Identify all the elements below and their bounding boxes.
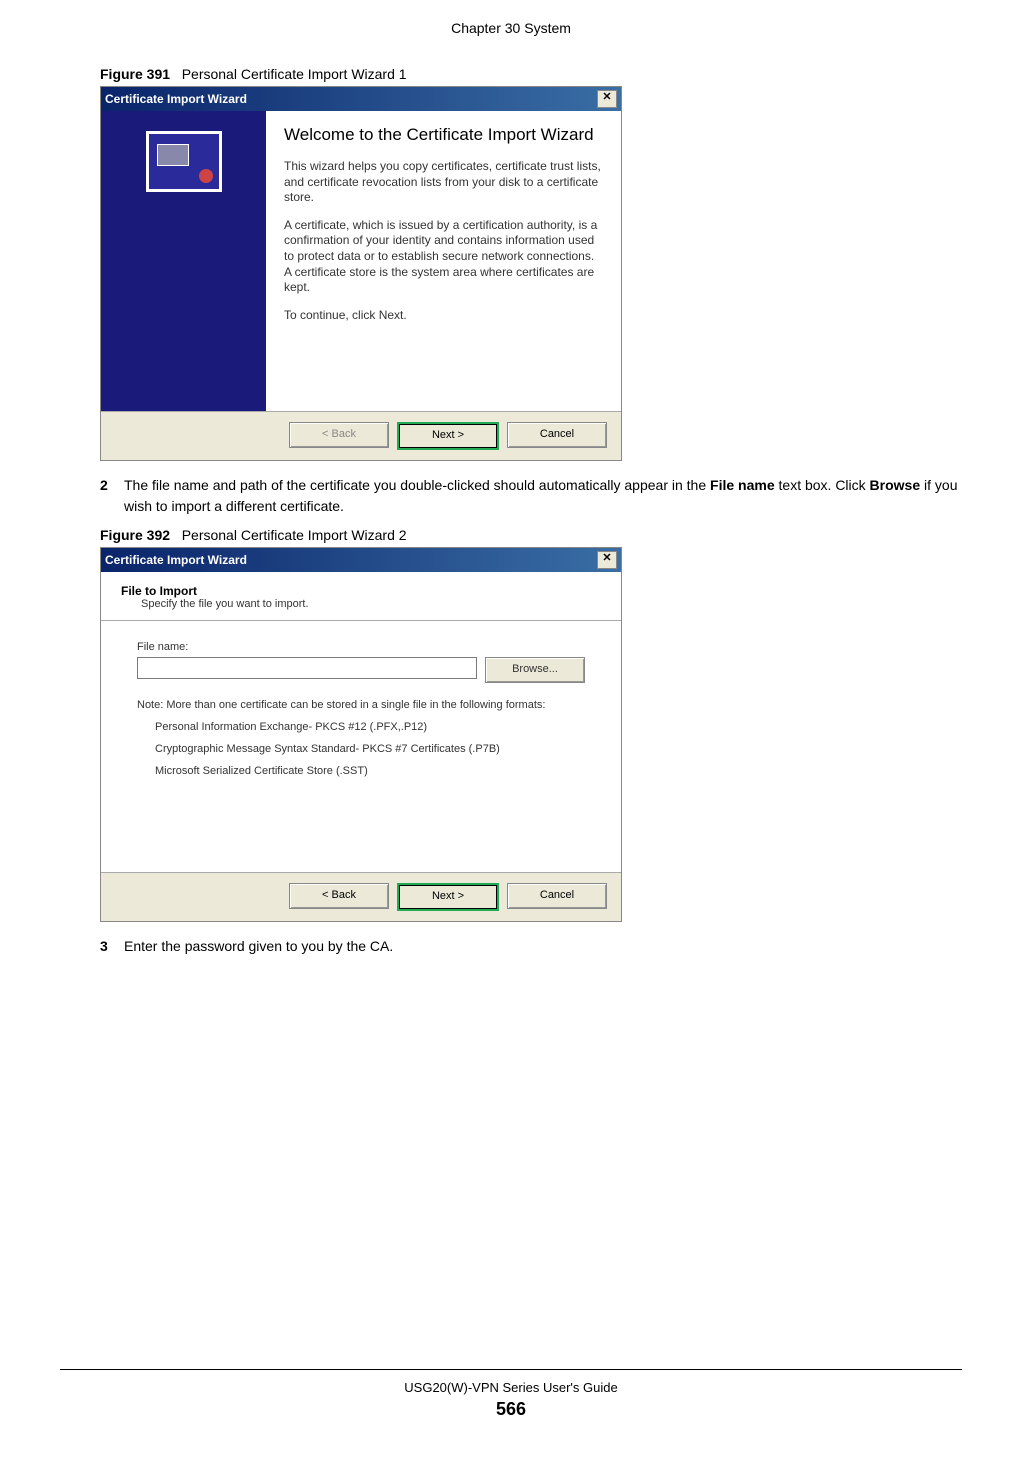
cancel-button[interactable]: Cancel bbox=[507, 422, 607, 448]
figure-392-label: Figure 392 bbox=[100, 527, 170, 543]
wizard-1-heading: Welcome to the Certificate Import Wizard bbox=[284, 125, 603, 145]
figure-392-caption: Figure 392 Personal Certificate Import W… bbox=[100, 527, 962, 543]
step-2-text: The file name and path of the certificat… bbox=[124, 475, 962, 517]
format-2: Cryptographic Message Syntax Standard- P… bbox=[155, 743, 585, 755]
step-2-number: 2 bbox=[100, 475, 124, 517]
wizard-1-side-graphic bbox=[101, 111, 266, 411]
formats-note: Note: More than one certificate can be s… bbox=[137, 699, 585, 711]
step-3-number: 3 bbox=[100, 936, 124, 957]
next-button[interactable]: Next > bbox=[397, 883, 499, 911]
figure-391-caption: Figure 391 Personal Certificate Import W… bbox=[100, 66, 962, 82]
close-icon[interactable]: ✕ bbox=[597, 90, 617, 108]
step-2-mid: text box. Click bbox=[775, 477, 870, 493]
browse-button[interactable]: Browse... bbox=[485, 657, 585, 683]
step-2-pre: The file name and path of the certificat… bbox=[124, 477, 710, 493]
format-3: Microsoft Serialized Certificate Store (… bbox=[155, 765, 585, 777]
back-button[interactable]: < Back bbox=[289, 883, 389, 909]
close-icon[interactable]: ✕ bbox=[597, 551, 617, 569]
wizard-1-para3: To continue, click Next. bbox=[284, 308, 603, 324]
back-button: < Back bbox=[289, 422, 389, 448]
filename-input[interactable] bbox=[137, 657, 477, 679]
step-2-bold-browse: Browse bbox=[870, 477, 921, 493]
filename-label: File name: bbox=[137, 641, 585, 653]
format-1: Personal Information Exchange- PKCS #12 … bbox=[155, 721, 585, 733]
wizard-1-window: Certificate Import Wizard ✕ Welcome to t… bbox=[100, 86, 622, 461]
wizard-2-title: Certificate Import Wizard bbox=[105, 553, 247, 567]
chapter-header: Chapter 30 System bbox=[60, 20, 962, 36]
wizard-1-para1: This wizard helps you copy certificates,… bbox=[284, 159, 603, 206]
figure-392-text: Personal Certificate Import Wizard 2 bbox=[182, 527, 407, 543]
wizard-1-para2: A certificate, which is issued by a cert… bbox=[284, 218, 603, 296]
figure-391-text: Personal Certificate Import Wizard 1 bbox=[182, 66, 407, 82]
page-number: 566 bbox=[0, 1399, 1022, 1420]
step-3-text: Enter the password given to you by the C… bbox=[124, 936, 962, 957]
next-button[interactable]: Next > bbox=[397, 422, 499, 450]
figure-391-label: Figure 391 bbox=[100, 66, 170, 82]
wizard-2-header-sub: Specify the file you want to import. bbox=[141, 598, 601, 610]
wizard-1-title: Certificate Import Wizard bbox=[105, 92, 247, 106]
wizard-2-titlebar: Certificate Import Wizard ✕ bbox=[101, 548, 621, 572]
wizard-2-header-main: File to Import bbox=[121, 584, 601, 598]
footer-guide: USG20(W)-VPN Series User's Guide bbox=[0, 1380, 1022, 1395]
wizard-2-window: Certificate Import Wizard ✕ File to Impo… bbox=[100, 547, 622, 922]
wizard-1-titlebar: Certificate Import Wizard ✕ bbox=[101, 87, 621, 111]
certificate-icon bbox=[146, 131, 222, 192]
step-2-bold-filename: File name bbox=[710, 477, 775, 493]
cancel-button[interactable]: Cancel bbox=[507, 883, 607, 909]
